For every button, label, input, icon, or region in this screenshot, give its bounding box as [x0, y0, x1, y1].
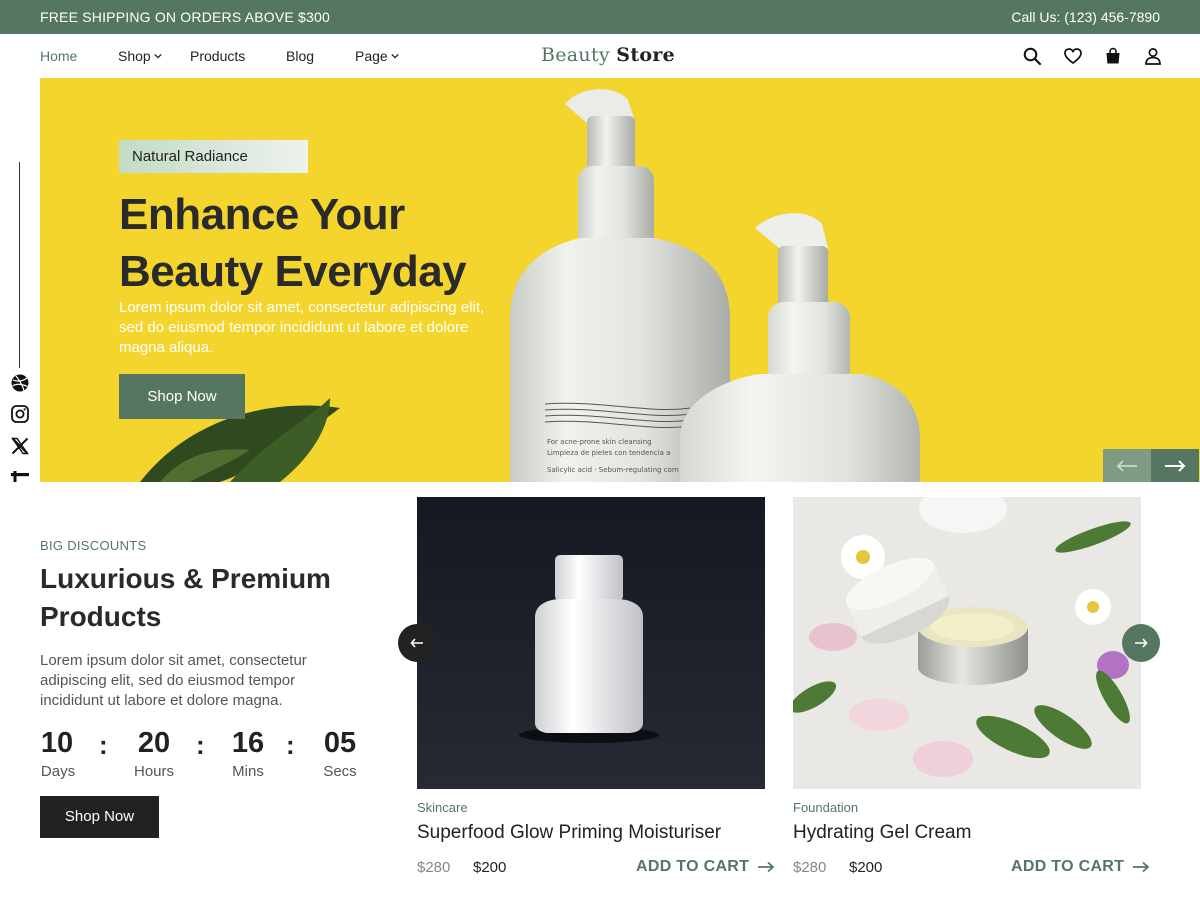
- social-divider-line: [19, 162, 20, 368]
- add-to-cart-button[interactable]: ADD TO CART: [636, 858, 775, 876]
- nav-blog[interactable]: Blog: [286, 48, 314, 64]
- svg-text:For acne-prone skin cleansing: For acne-prone skin cleansing: [547, 438, 652, 446]
- product-price: $200: [849, 859, 883, 876]
- shipping-promo: FREE SHIPPING ON ORDERS ABOVE $300: [40, 9, 330, 25]
- svg-text:Limpieza de pieles con tendenc: Limpieza de pieles con tendencia a: [547, 449, 670, 457]
- heart-icon[interactable]: [1063, 46, 1083, 66]
- hero-shop-now-button[interactable]: Shop Now: [119, 374, 245, 419]
- add-to-cart-button[interactable]: ADD TO CART: [1011, 858, 1150, 876]
- products-prev-button[interactable]: [398, 624, 436, 662]
- logo-word-store: Store: [616, 44, 676, 66]
- hero-prev-button[interactable]: [1103, 449, 1151, 482]
- nav-shop[interactable]: Shop: [118, 48, 162, 64]
- arrow-left-icon: [1116, 459, 1137, 472]
- chevron-down-icon: [391, 53, 399, 59]
- facebook-icon[interactable]: [10, 464, 30, 484]
- nav-products-label: Products: [190, 48, 246, 64]
- countdown-days-value: 10: [40, 727, 74, 759]
- hero-banner: For acne-prone skin cleansing Limpieza d…: [40, 78, 1200, 482]
- countdown-hours-value: 20: [137, 727, 171, 759]
- product-category[interactable]: Foundation: [793, 800, 858, 815]
- chevron-down-icon: [154, 53, 162, 59]
- hero-title: Enhance Your Beauty Everyday: [119, 190, 467, 296]
- main-navigation: Home Shop Products Blog Page Beauty Stor…: [0, 34, 1200, 78]
- product-name[interactable]: Superfood Glow Priming Moisturiser: [417, 822, 721, 844]
- nav-home-label: Home: [40, 48, 78, 64]
- countdown-secs-value: 05: [323, 727, 357, 759]
- discount-description: Lorem ipsum dolor sit amet, consectetur …: [40, 652, 307, 709]
- product-image-moisturiser[interactable]: [417, 497, 765, 789]
- dribbble-icon[interactable]: [10, 373, 30, 393]
- hero-description: Lorem ipsum dolor sit amet, consectetur …: [119, 299, 485, 356]
- countdown-secs-label: Secs: [323, 763, 357, 780]
- discount-title: Luxurious & Premium Products: [40, 563, 331, 632]
- arrow-right-icon: [1135, 638, 1148, 648]
- product-image-gel-cream[interactable]: [793, 497, 1141, 789]
- product-name[interactable]: Hydrating Gel Cream: [793, 822, 971, 844]
- products-next-button[interactable]: [1122, 624, 1160, 662]
- top-announcement-bar: FREE SHIPPING ON ORDERS ABOVE $300 Call …: [0, 0, 1200, 34]
- hero-badge: Natural Radiance: [119, 140, 308, 173]
- product-old-price: $280: [417, 859, 451, 876]
- countdown-mins-value: 16: [231, 727, 265, 759]
- nav-blog-label: Blog: [286, 48, 315, 64]
- contact-phone[interactable]: Call Us: (123) 456-7890: [1011, 9, 1160, 25]
- hero-next-button[interactable]: [1151, 449, 1199, 482]
- moisturiser-bottle-image: [417, 497, 765, 789]
- countdown-hours-label: Hours: [133, 763, 174, 780]
- arrow-right-icon: [1133, 861, 1150, 873]
- search-icon[interactable]: [1022, 46, 1042, 66]
- discount-shop-now-button[interactable]: Shop Now: [40, 796, 159, 838]
- nav-shop-label: Shop: [118, 48, 151, 64]
- product-price: $200: [473, 859, 507, 876]
- countdown-days-label: Days: [40, 763, 76, 780]
- add-to-cart-label: ADD TO CART: [1011, 858, 1125, 875]
- countdown-mins-label: Mins: [232, 763, 264, 780]
- arrow-left-icon: [410, 638, 423, 648]
- countdown-separator: :: [286, 730, 295, 760]
- user-icon[interactable]: [1143, 46, 1163, 66]
- countdown-separator: :: [196, 730, 205, 760]
- gel-cream-jar-image: [793, 497, 1141, 789]
- x-icon[interactable]: [10, 436, 30, 456]
- product-category[interactable]: Skincare: [417, 800, 468, 815]
- instagram-icon[interactable]: [10, 404, 30, 424]
- nav-page-label: Page: [355, 48, 388, 64]
- nav-products[interactable]: Products: [190, 48, 245, 64]
- logo-word-beauty: Beauty: [541, 44, 610, 66]
- arrow-right-icon: [1165, 459, 1186, 472]
- arrow-right-icon: [758, 861, 775, 873]
- nav-home[interactable]: Home: [40, 48, 77, 64]
- discount-eyebrow: BIG DISCOUNTS: [40, 538, 147, 553]
- add-to-cart-label: ADD TO CART: [636, 858, 750, 875]
- svg-text:Salicylic acid · Sebum-regulat: Salicylic acid · Sebum-regulating com: [547, 466, 679, 474]
- product-old-price: $280: [793, 859, 827, 876]
- countdown-separator: :: [99, 730, 108, 760]
- site-logo[interactable]: Beauty Store: [541, 44, 675, 66]
- shopping-bag-icon[interactable]: [1103, 46, 1123, 66]
- nav-page[interactable]: Page: [355, 48, 399, 64]
